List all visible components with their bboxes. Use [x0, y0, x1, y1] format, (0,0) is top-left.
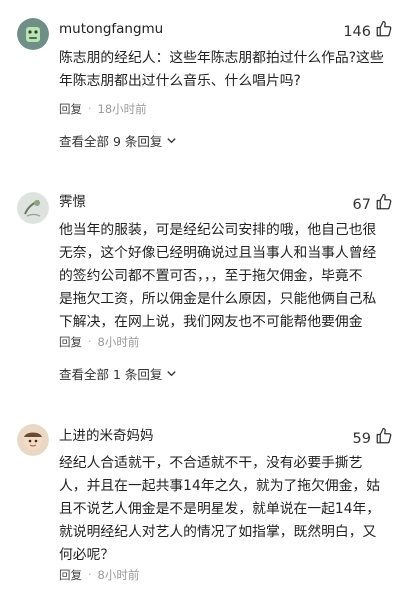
like-count: 146	[343, 23, 371, 40]
chevron-down-icon	[166, 133, 177, 151]
comment-meta: 回复 · 8小时前	[59, 567, 139, 583]
comment-line: 陈志朋的经纪人：这些年陈志朋都拍过什么作品?这些	[59, 50, 384, 66]
like-count: 59	[352, 430, 371, 447]
comment-text: 他当年的服装，可是经纪公司安排的哦，他自己也很 无奈，这个好像已经明确说过且当事…	[59, 219, 399, 334]
view-replies-button[interactable]: 查看全部 9 条回复	[59, 133, 177, 151]
comment-line: 是拖欠工资，所以佣金是什么原因，只能他俩自己私	[59, 291, 377, 307]
view-replies-label: 查看全部 1 条回复	[59, 367, 163, 382]
comment-text: 陈志朋的经纪人：这些年陈志朋都拍过什么作品?这些 年陈志朋都出过什么音乐、什么唱…	[59, 47, 399, 93]
separator-dot: ·	[88, 102, 92, 115]
username[interactable]: mutongfangmu	[59, 20, 163, 38]
comment-line: 下解决，在网上说，我们网友也不可能帮他要佣金	[59, 314, 363, 330]
thumbs-up-icon	[375, 193, 393, 216]
comment-line: 何必呢？	[59, 547, 115, 563]
comment-meta: 回复 · 8小时前	[59, 334, 139, 350]
comment-line: 他当年的服装，可是经纪公司安排的哦，他自己也很	[59, 222, 377, 238]
separator-dot: ·	[88, 568, 92, 581]
reply-button[interactable]: 回复	[59, 101, 82, 117]
reply-button[interactable]: 回复	[59, 567, 82, 583]
thumbs-up-icon	[375, 427, 393, 450]
avatar[interactable]	[17, 18, 49, 50]
like-count: 67	[352, 196, 371, 213]
username[interactable]: 霁憬	[59, 193, 86, 211]
avatar[interactable]	[17, 192, 49, 224]
view-replies-button[interactable]: 查看全部 1 条回复	[59, 366, 177, 384]
like-button[interactable]: 67	[353, 193, 393, 216]
view-replies-label: 查看全部 9 条回复	[59, 134, 163, 149]
timestamp: 18小时前	[97, 102, 147, 116]
comment-line: 人，并且在一起共事14年之久，就为了拖欠佣金，姑	[59, 478, 381, 494]
chevron-down-icon	[166, 366, 177, 384]
timestamp: 8小时前	[97, 568, 140, 582]
like-button[interactable]: 59	[353, 427, 393, 450]
username[interactable]: 上进的米奇妈妈	[59, 427, 154, 445]
comment-line: 就说明经纪人对艺人的情况了如指掌，既然明白，又	[59, 524, 377, 540]
comment-line: 经纪人合适就干，不合适就不干，没有必要手撕艺	[59, 455, 363, 471]
avatar[interactable]	[17, 424, 49, 456]
comment-meta: 回复 · 18小时前	[59, 101, 147, 117]
comment-text: 经纪人合适就干，不合适就不干，没有必要手撕艺 人，并且在一起共事14年之久，就为…	[59, 452, 399, 567]
timestamp: 8小时前	[97, 335, 140, 349]
comment-line: 无奈，这个好像已经明确说过且当事人和当事人曾经	[59, 245, 377, 261]
comment-line: 的签约公司都不置可否，，，至于拖欠佣金，毕竟不	[59, 268, 363, 284]
comment-line: 年陈志朋都出过什么音乐、什么唱片吗?	[59, 73, 301, 89]
reply-button[interactable]: 回复	[59, 334, 82, 350]
separator-dot: ·	[88, 335, 92, 348]
comment-line: 且不说艺人佣金是不是明星发，就单说在一起14年，	[59, 501, 381, 517]
like-button[interactable]: 146	[343, 20, 393, 43]
thumbs-up-icon	[375, 20, 393, 43]
